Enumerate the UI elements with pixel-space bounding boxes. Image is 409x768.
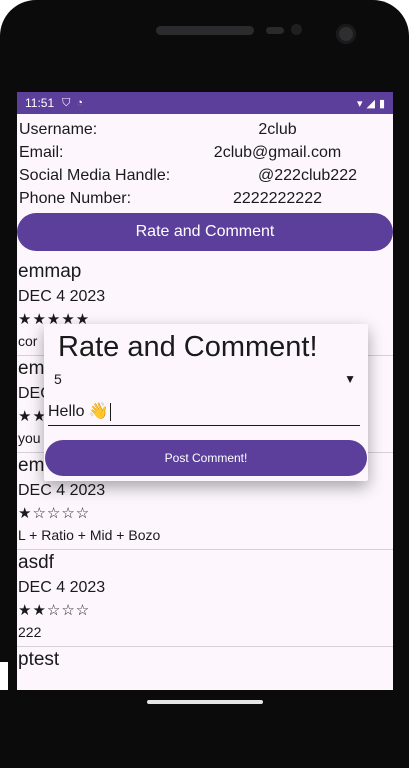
email-value: 2club@gmail.com — [213, 143, 342, 161]
email-row: Email: 2club@gmail.com — [19, 141, 391, 164]
comment-text: Hello 👋 — [48, 403, 109, 420]
post-comment-button[interactable]: Post Comment! — [45, 440, 367, 476]
home-gesture-bar[interactable] — [147, 700, 263, 704]
review-date: DEC 4 2023 — [18, 482, 106, 499]
username-row: Username: 2club — [19, 118, 391, 141]
dialog-title: Rate and Comment! — [58, 331, 318, 363]
social-row: Social Media Handle: @222club222 — [19, 164, 391, 187]
phone-value: 2222222222 — [233, 189, 322, 207]
username-value: 2club — [258, 120, 297, 138]
phone-label: Phone Number: — [19, 189, 132, 207]
review-stars: ★★☆☆☆ — [18, 602, 91, 619]
rate-comment-dialog: Rate and Comment! 5 ▼ Hello 👋 Post Comme… — [44, 324, 368, 481]
username-label: Username: — [19, 120, 98, 138]
profile-info: Username: 2club Email: 2club@gmail.com S… — [17, 114, 393, 210]
social-value: @222club222 — [258, 166, 357, 184]
phone-frame: 11:51 ⛉ ◔ ▾ ◢ ▮ Username: 2club Email: 2… — [0, 0, 409, 768]
rating-dropdown[interactable]: 5 ▼ — [54, 367, 360, 391]
phone-row: Phone Number: 2222222222 — [19, 187, 391, 210]
text-caret — [109, 402, 111, 421]
review-author: emmap — [18, 261, 82, 282]
status-time: 11:51 — [25, 96, 55, 110]
speaker-grille — [156, 26, 254, 35]
rating-value: 5 — [54, 371, 62, 387]
list-item[interactable]: asdf DEC 4 2023 ★★☆☆☆ 222 — [17, 550, 393, 647]
rate-and-comment-button[interactable]: Rate and Comment — [17, 213, 393, 251]
review-author: ptest — [18, 649, 60, 670]
app-screen: 11:51 ⛉ ◔ ▾ ◢ ▮ Username: 2club Email: 2… — [17, 92, 393, 690]
list-item[interactable]: ptest — [17, 647, 393, 677]
review-stars: ★☆☆☆☆ — [18, 505, 91, 522]
email-label: Email: — [19, 143, 64, 161]
proximity-sensor — [266, 27, 284, 34]
review-comment: 222 — [18, 624, 42, 640]
review-comment: L + Ratio + Mid + Bozo — [18, 527, 161, 543]
status-bar: 11:51 ⛉ ◔ ▾ ◢ ▮ — [17, 92, 393, 114]
comment-input[interactable]: Hello 👋 — [48, 399, 360, 426]
sync-icon: ◔ — [76, 97, 84, 109]
review-author: asdf — [18, 552, 54, 573]
front-camera — [336, 24, 356, 44]
social-label: Social Media Handle: — [19, 166, 171, 184]
screen-edge — [0, 662, 8, 692]
navigation-bar — [0, 690, 409, 768]
light-sensor — [291, 24, 302, 35]
signal-icon: ◢ — [366, 97, 375, 110]
chevron-down-icon: ▼ — [344, 372, 356, 386]
wifi-icon: ▾ — [356, 97, 363, 110]
review-date: DEC 4 2023 — [18, 288, 106, 305]
battery-icon: ▮ — [378, 97, 385, 110]
phone-top-bezel — [0, 0, 409, 92]
review-date: DEC 4 2023 — [18, 579, 106, 596]
shield-icon: ⛉ — [62, 96, 71, 109]
